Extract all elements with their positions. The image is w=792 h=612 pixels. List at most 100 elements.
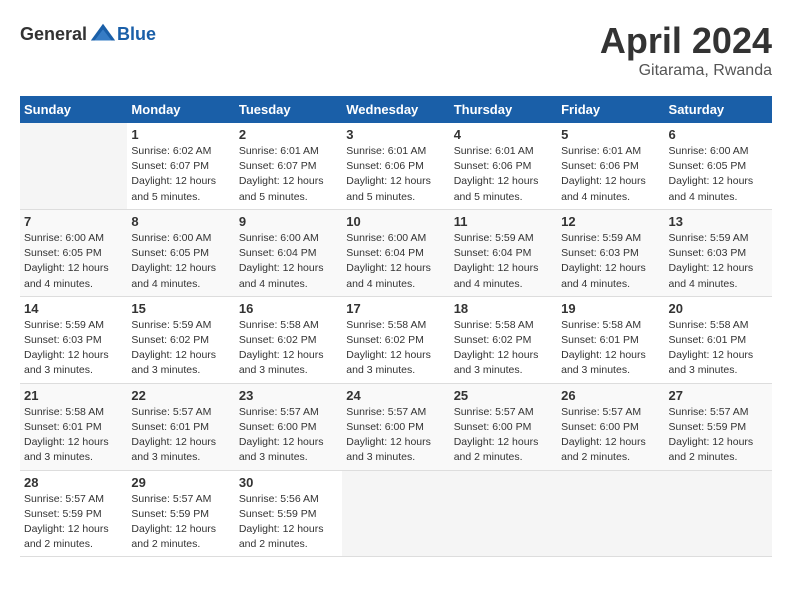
calendar-cell: 13Sunrise: 5:59 AMSunset: 6:03 PMDayligh… [665,209,772,296]
day-number: 5 [561,127,660,142]
calendar-cell [20,123,127,209]
day-details: Sunrise: 6:00 AMSunset: 6:04 PMDaylight:… [346,231,445,292]
day-number: 2 [239,127,338,142]
day-details: Sunrise: 5:57 AMSunset: 6:00 PMDaylight:… [239,405,338,466]
day-number: 10 [346,214,445,229]
calendar-cell: 22 Sunrise: 5:57 AMSunset: 6:01 PMDayligh… [127,383,234,470]
day-details: Sunrise: 6:01 AMSunset: 6:06 PMDaylight:… [561,144,660,205]
logo-blue-text: Blue [117,24,156,45]
day-details: Sunrise: 5:57 AMSunset: 6:00 PMDaylight:… [454,405,553,466]
day-number: 19 [561,301,660,316]
logo-icon [89,20,117,48]
calendar-cell: 14 Sunrise: 5:59 AMSunset: 6:03 PMDayligh… [20,296,127,383]
day-number: 18 [454,301,553,316]
day-number: 8 [131,214,230,229]
day-number: 1 [131,127,230,142]
calendar-cell: 28Sunrise: 5:57 AMSunset: 5:59 PMDayligh… [20,470,127,557]
day-details: Sunrise: 5:59 AMSunset: 6:04 PMDaylight:… [454,231,553,292]
day-number: 21 [24,388,123,403]
day-details: Sunrise: 5:56 AMSunset: 5:59 PMDaylight:… [239,492,338,553]
day-details: Sunrise: 5:57 AMSunset: 6:00 PMDaylight:… [346,405,445,466]
page-header: General Blue April 2024 Gitarama, Rwanda [20,20,772,80]
day-number: 7 [24,214,123,229]
day-details: Sunrise: 6:01 AMSunset: 6:06 PMDaylight:… [454,144,553,205]
day-number: 3 [346,127,445,142]
calendar-cell: 8 Sunrise: 6:00 AMSunset: 6:05 PMDaylight… [127,209,234,296]
calendar-cell: 10 Sunrise: 6:00 AMSunset: 6:04 PMDayligh… [342,209,449,296]
day-details: Sunrise: 5:58 AMSunset: 6:02 PMDaylight:… [454,318,553,379]
calendar-cell: 26 Sunrise: 5:57 AMSunset: 6:00 PMDayligh… [557,383,664,470]
weekday-header: Sunday [20,96,127,123]
day-details: Sunrise: 6:00 AMSunset: 6:05 PMDaylight:… [669,144,768,205]
day-number: 28 [24,475,123,490]
calendar-cell: 4 Sunrise: 6:01 AMSunset: 6:06 PMDaylight… [450,123,557,209]
calendar-cell [557,470,664,557]
day-number: 25 [454,388,553,403]
day-number: 9 [239,214,338,229]
calendar-week-row: 14 Sunrise: 5:59 AMSunset: 6:03 PMDayligh… [20,296,772,383]
day-details: Sunrise: 6:01 AMSunset: 6:07 PMDaylight:… [239,144,338,205]
day-details: Sunrise: 5:59 AMSunset: 6:03 PMDaylight:… [24,318,123,379]
day-number: 6 [669,127,768,142]
calendar-cell: 24 Sunrise: 5:57 AMSunset: 6:00 PMDayligh… [342,383,449,470]
calendar-cell: 21Sunrise: 5:58 AMSunset: 6:01 PMDayligh… [20,383,127,470]
calendar-cell: 12 Sunrise: 5:59 AMSunset: 6:03 PMDayligh… [557,209,664,296]
day-number: 29 [131,475,230,490]
day-number: 4 [454,127,553,142]
calendar-cell: 18 Sunrise: 5:58 AMSunset: 6:02 PMDayligh… [450,296,557,383]
calendar-header: SundayMondayTuesdayWednesdayThursdayFrid… [20,96,772,123]
weekday-header: Tuesday [235,96,342,123]
calendar-cell: 6 Sunrise: 6:00 AMSunset: 6:05 PMDaylight… [665,123,772,209]
day-details: Sunrise: 6:00 AMSunset: 6:05 PMDaylight:… [131,231,230,292]
day-number: 26 [561,388,660,403]
weekday-header: Monday [127,96,234,123]
calendar-table: SundayMondayTuesdayWednesdayThursdayFrid… [20,96,772,557]
location-title: Gitarama, Rwanda [600,62,772,80]
day-details: Sunrise: 6:00 AMSunset: 6:05 PMDaylight:… [24,231,123,292]
day-number: 22 [131,388,230,403]
calendar-cell: 20 Sunrise: 5:58 AMSunset: 6:01 PMDayligh… [665,296,772,383]
calendar-cell: 23 Sunrise: 5:57 AMSunset: 6:00 PMDayligh… [235,383,342,470]
day-details: Sunrise: 6:00 AMSunset: 6:04 PMDaylight:… [239,231,338,292]
day-number: 23 [239,388,338,403]
weekday-header: Friday [557,96,664,123]
day-number: 11 [454,214,553,229]
day-details: Sunrise: 5:59 AMSunset: 6:02 PMDaylight:… [131,318,230,379]
day-number: 20 [669,301,768,316]
day-number: 27 [669,388,768,403]
calendar-cell: 11 Sunrise: 5:59 AMSunset: 6:04 PMDayligh… [450,209,557,296]
calendar-cell: 25 Sunrise: 5:57 AMSunset: 6:00 PMDayligh… [450,383,557,470]
day-number: 24 [346,388,445,403]
weekday-header: Wednesday [342,96,449,123]
day-details: Sunrise: 5:59 AMSunset: 6:03 PMDaylight:… [561,231,660,292]
calendar-cell: 3 Sunrise: 6:01 AMSunset: 6:06 PMDaylight… [342,123,449,209]
calendar-cell: 2 Sunrise: 6:01 AMSunset: 6:07 PMDaylight… [235,123,342,209]
day-number: 30 [239,475,338,490]
weekday-header: Thursday [450,96,557,123]
weekday-header: Saturday [665,96,772,123]
day-details: Sunrise: 5:58 AMSunset: 6:01 PMDaylight:… [561,318,660,379]
day-details: Sunrise: 5:57 AMSunset: 5:59 PMDaylight:… [131,492,230,553]
calendar-cell: 7 Sunrise: 6:00 AMSunset: 6:05 PMDaylight… [20,209,127,296]
weekday-row: SundayMondayTuesdayWednesdayThursdayFrid… [20,96,772,123]
day-number: 12 [561,214,660,229]
day-details: Sunrise: 5:57 AMSunset: 6:00 PMDaylight:… [561,405,660,466]
calendar-cell: 17 Sunrise: 5:58 AMSunset: 6:02 PMDayligh… [342,296,449,383]
day-details: Sunrise: 5:57 AMSunset: 6:01 PMDaylight:… [131,405,230,466]
day-details: Sunrise: 5:58 AMSunset: 6:02 PMDaylight:… [346,318,445,379]
day-number: 15 [131,301,230,316]
day-details: Sunrise: 6:01 AMSunset: 6:06 PMDaylight:… [346,144,445,205]
calendar-cell: 1Sunrise: 6:02 AMSunset: 6:07 PMDaylight… [127,123,234,209]
calendar-cell: 27 Sunrise: 5:57 AMSunset: 5:59 PMDayligh… [665,383,772,470]
day-number: 14 [24,301,123,316]
calendar-cell: 19 Sunrise: 5:58 AMSunset: 6:01 PMDayligh… [557,296,664,383]
calendar-week-row: 1Sunrise: 6:02 AMSunset: 6:07 PMDaylight… [20,123,772,209]
calendar-cell [665,470,772,557]
day-number: 17 [346,301,445,316]
day-details: Sunrise: 5:59 AMSunset: 6:03 PMDaylight:… [669,231,768,292]
day-details: Sunrise: 5:58 AMSunset: 6:01 PMDaylight:… [669,318,768,379]
day-details: Sunrise: 5:57 AMSunset: 5:59 PMDaylight:… [669,405,768,466]
calendar-cell: 5 Sunrise: 6:01 AMSunset: 6:06 PMDaylight… [557,123,664,209]
title-block: April 2024 Gitarama, Rwanda [600,20,772,80]
calendar-cell: 15 Sunrise: 5:59 AMSunset: 6:02 PMDayligh… [127,296,234,383]
